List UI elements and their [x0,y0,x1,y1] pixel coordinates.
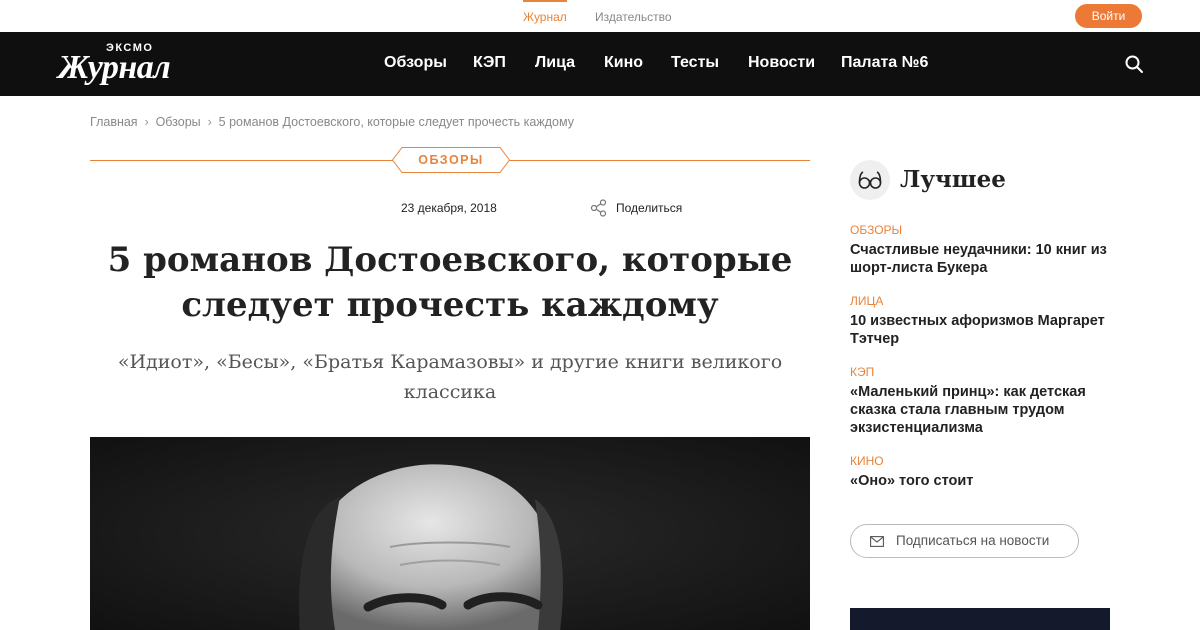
article-hero-image [90,437,810,630]
sidebar-item-category[interactable]: КЭП [850,365,1115,379]
glasses-icon [850,160,890,200]
sidebar-item-category[interactable]: Обзоры [850,223,1115,237]
nav-item-cinema[interactable]: Кино [604,32,643,96]
nav-item-faces[interactable]: Лица [535,32,575,96]
tab-publisher[interactable]: Издательство [595,0,672,32]
sidebar-item: Кино «Оно» того стоит [850,454,1115,490]
breadcrumb: Главная › Обзоры › 5 романов Достоевского, к… [90,115,574,129]
sidebar-item-link[interactable]: «Оно» того стоит [850,472,1115,490]
logo[interactable]: ЭКСМО Журнал [58,40,208,88]
breadcrumb-home[interactable]: Главная [90,115,138,129]
article-subtitle-line: «Идиот», «Бесы», «Братья Карамазовы» и д… [117,351,783,373]
article-subtitle: «Идиот», «Бесы», «Братья Карамазовы» и д… [110,347,790,407]
sidebar-item-link[interactable]: Счастливые неудачники: 10 книг из шорт-л… [850,241,1115,277]
nav-item-kep[interactable]: КЭП [473,32,506,96]
article-title-line: 5 романов Достоевского, которые [107,240,793,280]
mail-icon [870,536,884,547]
chevron-right-icon: › [207,115,212,129]
category-tag[interactable]: ОБЗОРЫ [392,147,510,173]
sidebar-item: Обзоры Счастливые неудачники: 10 книг из… [850,223,1115,277]
breadcrumb-current: 5 романов Достоевского, которые следует … [218,115,574,129]
nav-item-tests[interactable]: Тесты [671,32,719,96]
logo-brand-big: Журнал [58,49,171,86]
sidebar-best-title: Лучшее [900,166,1006,193]
sidebar-item: КЭП «Маленький принц»: как детская сказк… [850,365,1115,437]
article-title-line: следует прочесть каждому [181,285,719,325]
breadcrumb-reviews[interactable]: Обзоры [156,115,201,129]
sidebar-item-link[interactable]: «Маленький принц»: как детская сказка ст… [850,383,1100,437]
sidebar-item-link[interactable]: 10 известных афоризмов Маргарет Тэтчер [850,312,1115,348]
login-button[interactable]: Войти [1075,4,1142,28]
sidebar-banner[interactable] [850,608,1110,630]
article-subtitle-line: классика [403,381,497,403]
nav-item-ward6[interactable]: Палата №6 [841,32,928,96]
share-icon [590,199,607,217]
sidebar-item-category[interactable]: Кино [850,454,1115,468]
sidebar-item-category[interactable]: Лица [850,294,1115,308]
chevron-right-icon: › [144,115,149,129]
sidebar-item: Лица 10 известных афоризмов Маргарет Тэт… [850,294,1115,348]
main-nav: ЭКСМО Журнал Обзоры КЭП Лица Кино Тесты … [0,32,1200,96]
nav-item-news[interactable]: Новости [748,32,815,96]
subscribe-label: Подписаться на новости [896,533,1050,548]
article-title: 5 романов Достоевского, которые следует … [90,238,810,328]
tab-journal[interactable]: Журнал [523,0,567,32]
share-label: Поделиться [616,201,683,215]
search-icon[interactable] [1124,54,1144,74]
top-bar: Журнал Издательство Войти [0,0,1200,32]
subscribe-button[interactable]: Подписаться на новости [850,524,1079,558]
publish-date: 23 декабря, 2018 [401,201,497,215]
category-label: ОБЗОРЫ [418,153,484,167]
nav-item-reviews[interactable]: Обзоры [384,32,447,96]
